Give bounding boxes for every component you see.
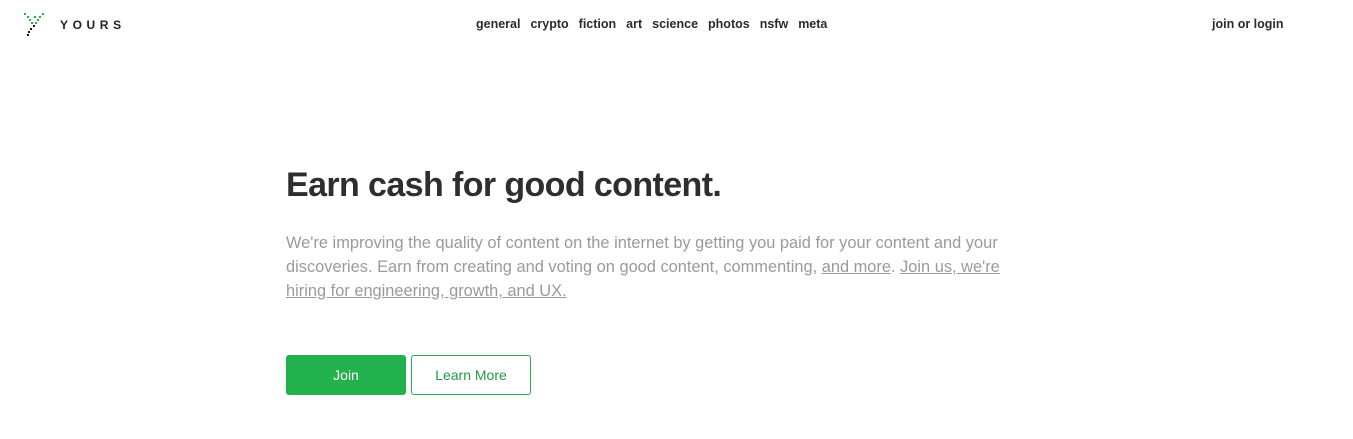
and-more-link[interactable]: and more <box>822 258 891 276</box>
nav-item-photos[interactable]: photos <box>708 16 750 33</box>
nav-item-nsfw[interactable]: nsfw <box>760 16 788 33</box>
nav-item-fiction[interactable]: fiction <box>579 16 617 33</box>
join-button[interactable]: Join <box>286 355 406 395</box>
hero-section: Earn cash for good content. We're improv… <box>286 164 1026 303</box>
brand-name: YOURS <box>60 18 126 32</box>
hero-description-separator: . <box>890 258 901 276</box>
nav-item-general[interactable]: general <box>476 16 520 33</box>
site-header: YOURS general crypto fiction art science… <box>0 0 1353 50</box>
nav-item-art[interactable]: art <box>626 16 642 33</box>
hero-description: We're improving the quality of content o… <box>286 231 1016 303</box>
category-nav: general crypto fiction art science photo… <box>476 16 837 33</box>
nav-item-meta[interactable]: meta <box>798 16 827 33</box>
hero-title: Earn cash for good content. <box>286 166 722 204</box>
learn-more-button[interactable]: Learn More <box>411 355 531 395</box>
logo-link[interactable]: YOURS <box>24 13 126 37</box>
nav-item-science[interactable]: science <box>652 16 698 33</box>
hero-actions: Join Learn More <box>286 355 531 395</box>
nav-item-crypto[interactable]: crypto <box>530 16 568 33</box>
join-or-login-link[interactable]: join or login <box>1212 16 1284 33</box>
dotted-v-logo-icon <box>24 13 44 36</box>
